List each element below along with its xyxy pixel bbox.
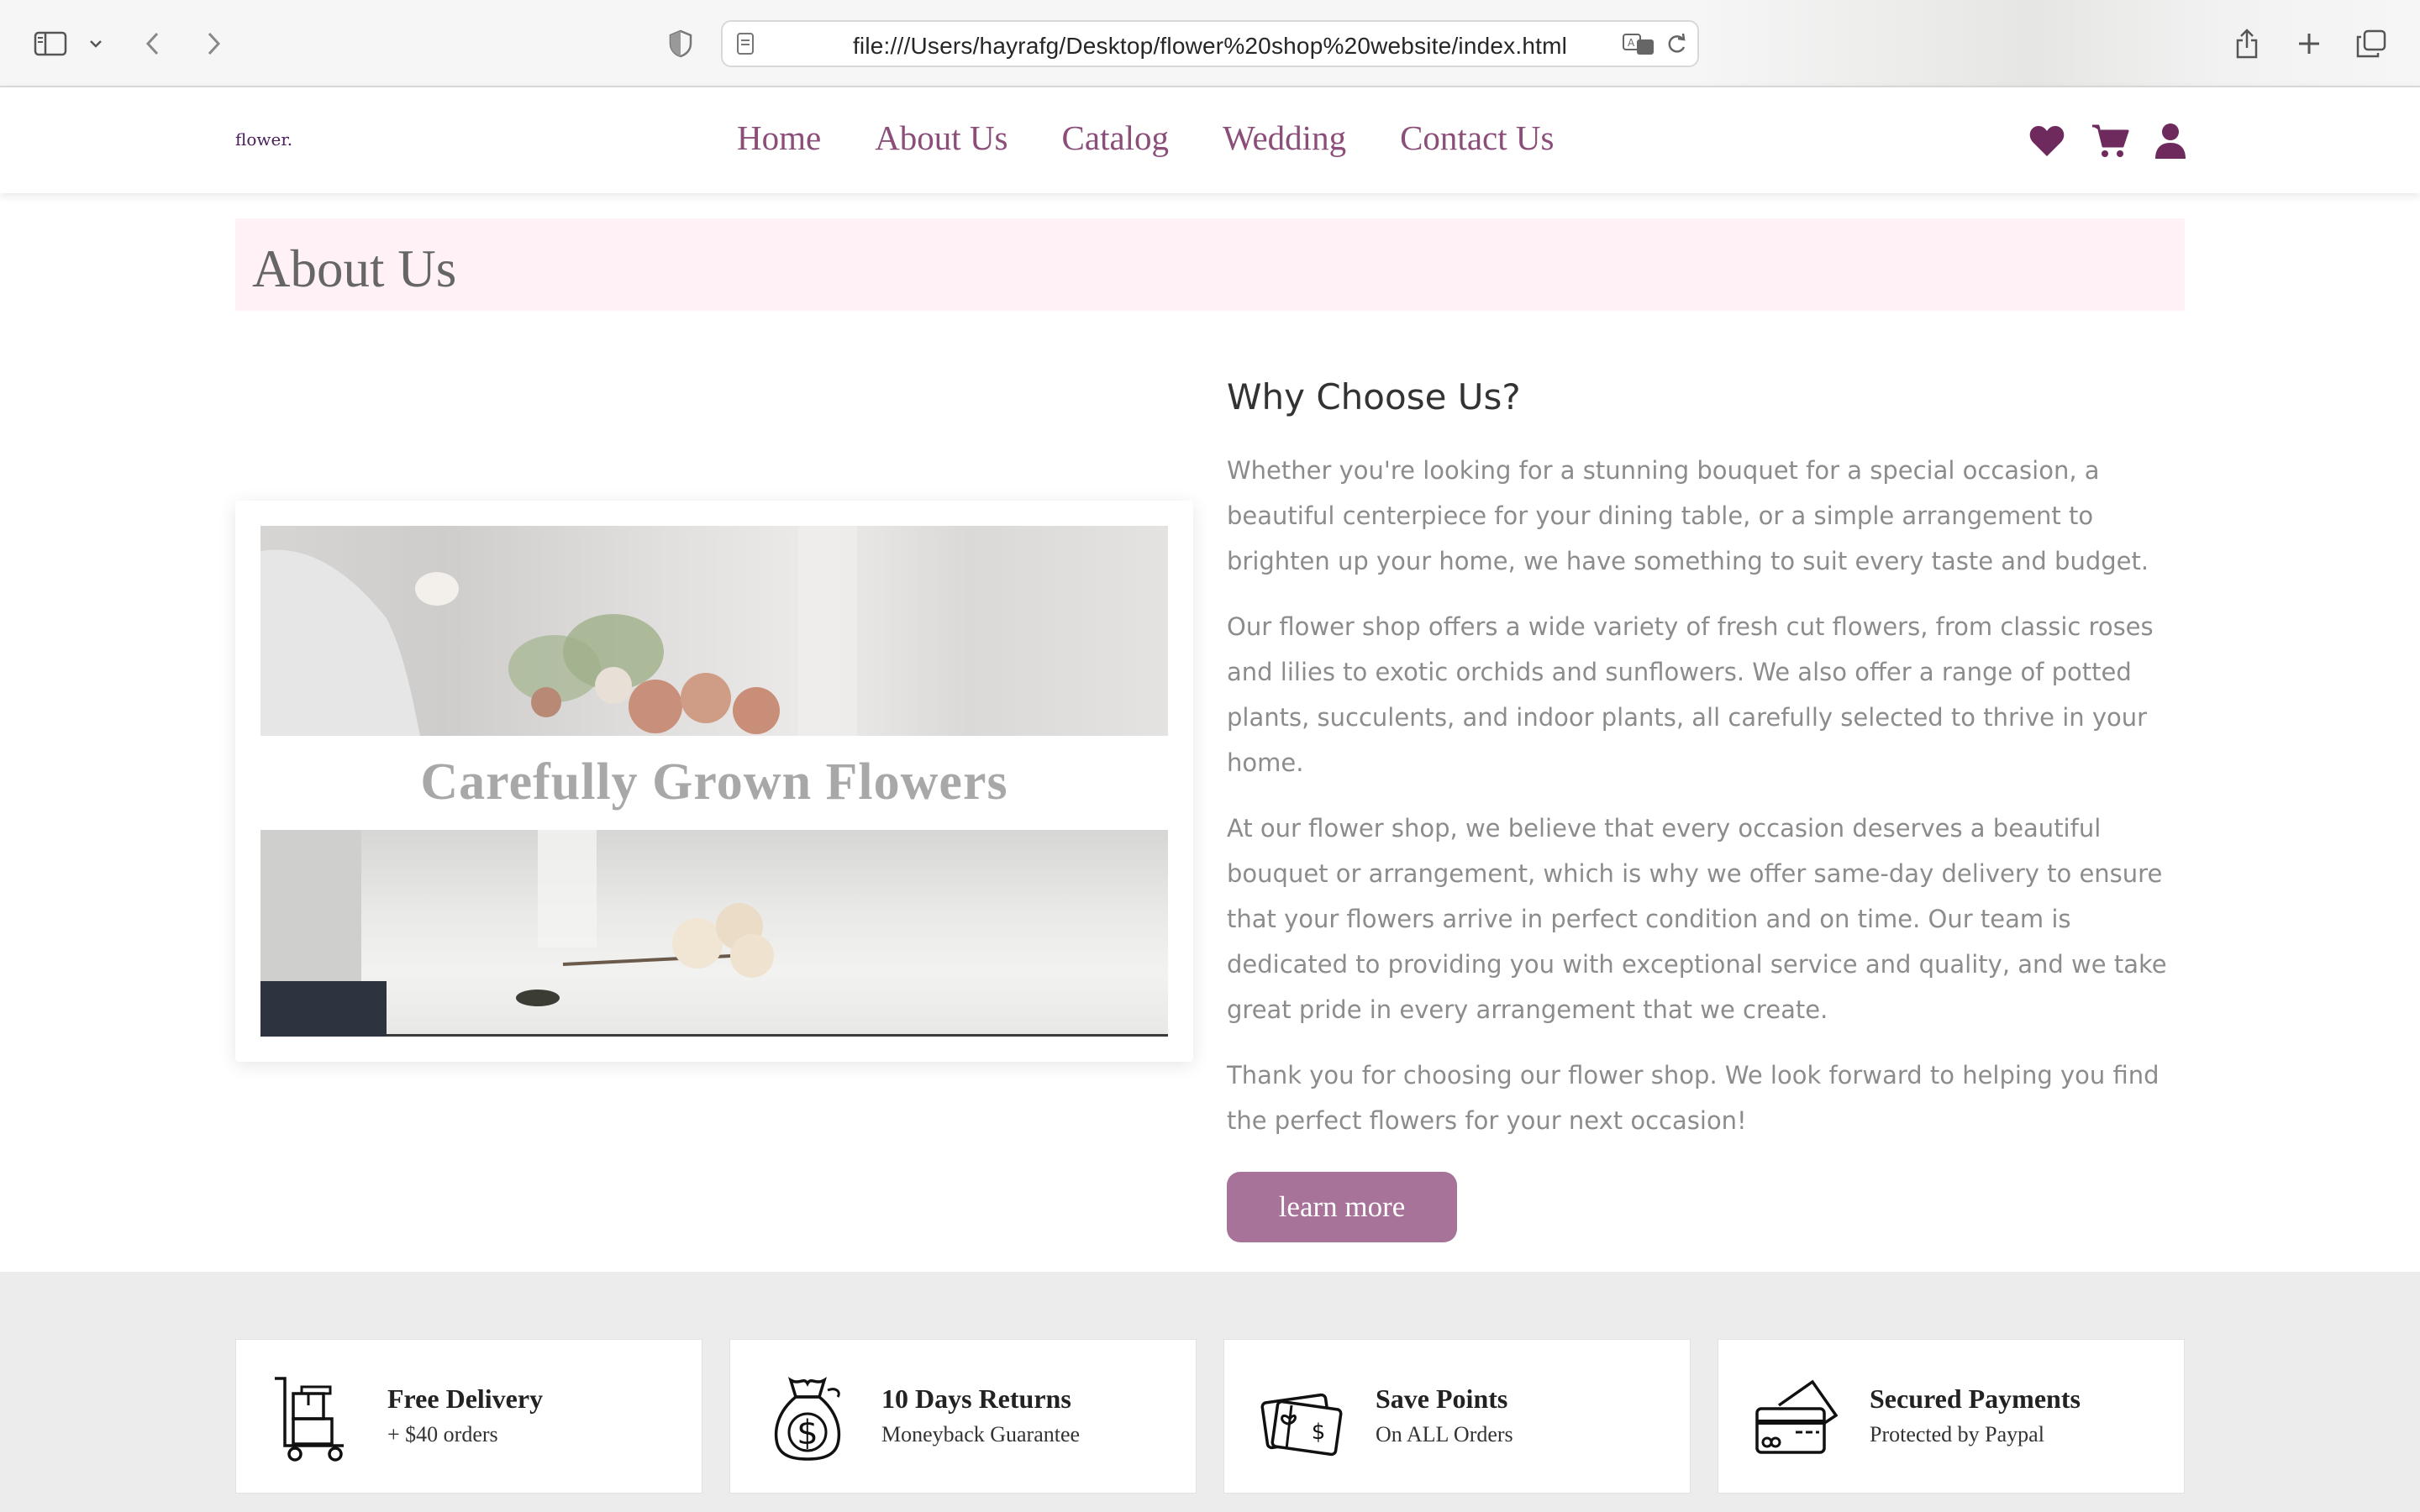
header-actions: [2028, 121, 2186, 161]
about-paragraph-4: Thank you for choosing our flower shop. …: [1227, 1061, 2160, 1135]
about-paragraph-3: At our flower shop, we believe that ever…: [1227, 814, 2167, 1024]
about-video-card: Carefully Grown Flowers: [235, 501, 1193, 1062]
video-scene-flowers: [260, 526, 857, 736]
shield-icon[interactable]: [662, 25, 699, 62]
feature-subtitle: Protected by Paypal: [1870, 1422, 2044, 1446]
cart-icon[interactable]: [2091, 121, 2129, 161]
about-video[interactable]: Carefully Grown Flowers: [260, 526, 1168, 1037]
feature-subtitle: Moneyback Guarantee: [881, 1422, 1081, 1446]
nav-wedding-link[interactable]: Wedding: [1223, 118, 1346, 158]
video-scene-roses: [260, 830, 774, 1037]
about-paragraph-1: Whether you're looking for a stunning bo…: [1227, 456, 2149, 575]
video-caption: Carefully Grown Flowers: [420, 753, 1008, 811]
feature-card-payments: Secured Payments Protected by Paypal: [1718, 1339, 2185, 1494]
nav-about-link[interactable]: About Us: [875, 118, 1007, 158]
feature-title: Free Delivery: [387, 1383, 544, 1414]
feature-card-points: $ Save Points On ALL Orders: [1223, 1339, 1691, 1494]
video-upper-scene: [260, 526, 1168, 736]
feature-title: Save Points: [1376, 1383, 1508, 1414]
site-header: flower. Home About Us Catalog Wedding Co…: [0, 87, 2420, 193]
nav-catalog-link[interactable]: Catalog: [1062, 118, 1170, 158]
chevron-down-icon[interactable]: [77, 25, 114, 62]
address-bar[interactable]: file:///Users/hayrafg/Desktop/flower%20s…: [721, 20, 1699, 67]
heart-icon[interactable]: [2028, 121, 2065, 161]
share-icon[interactable]: [2228, 25, 2265, 62]
feature-card-delivery: Free Delivery + $40 orders: [235, 1339, 702, 1494]
back-icon[interactable]: [134, 25, 171, 62]
svg-text:$: $: [1312, 1420, 1326, 1445]
translate-icon[interactable]: A: [1622, 32, 1655, 60]
page-title: About Us: [252, 239, 457, 298]
plus-icon[interactable]: [2291, 25, 2328, 62]
section-title: Why Choose Us?: [1227, 376, 1521, 417]
svg-text:$: $: [797, 1414, 818, 1452]
features-strip: Free Delivery + $40 orders $ 10 Days Ret…: [0, 1272, 2420, 1512]
feature-card-returns: $ 10 Days Returns Moneyback Guarantee: [729, 1339, 1197, 1494]
svg-text:A: A: [1628, 37, 1635, 49]
delivery-cart-icon: [271, 1372, 355, 1464]
url-text[interactable]: file:///Users/hayrafg/Desktop/flower%20s…: [723, 33, 1697, 60]
browser-toolbar: file:///Users/hayrafg/Desktop/flower%20s…: [0, 0, 2420, 87]
nav-home-link[interactable]: Home: [737, 118, 821, 158]
forward-icon[interactable]: [195, 25, 232, 62]
nav-contact-link[interactable]: Contact Us: [1400, 118, 1554, 158]
credit-card-icon: [1754, 1372, 1839, 1464]
user-icon[interactable]: [2154, 121, 2186, 161]
main-nav: Home About Us Catalog Wedding Contact Us: [737, 118, 1554, 158]
feature-subtitle: + $40 orders: [387, 1422, 498, 1446]
video-lower-scene: [260, 830, 1168, 1037]
page-heading-band: About Us: [235, 218, 2185, 311]
about-paragraph-2: Our flower shop offers a wide variety of…: [1227, 612, 2154, 777]
sidebar-icon[interactable]: [32, 25, 69, 62]
feature-title: 10 Days Returns: [881, 1383, 1071, 1414]
money-bag-icon: $: [765, 1372, 850, 1464]
why-choose-us: Why Choose Us? Whether you're looking fo…: [1227, 376, 2185, 1242]
gift-card-icon: $: [1260, 1372, 1344, 1464]
reload-icon[interactable]: [1665, 33, 1687, 60]
feature-subtitle: On ALL Orders: [1376, 1422, 1513, 1446]
feature-title: Secured Payments: [1870, 1383, 2081, 1414]
learn-more-button[interactable]: learn more: [1227, 1172, 1457, 1242]
tabs-icon[interactable]: [2353, 25, 2390, 62]
site-logo[interactable]: flower.: [235, 129, 292, 150]
